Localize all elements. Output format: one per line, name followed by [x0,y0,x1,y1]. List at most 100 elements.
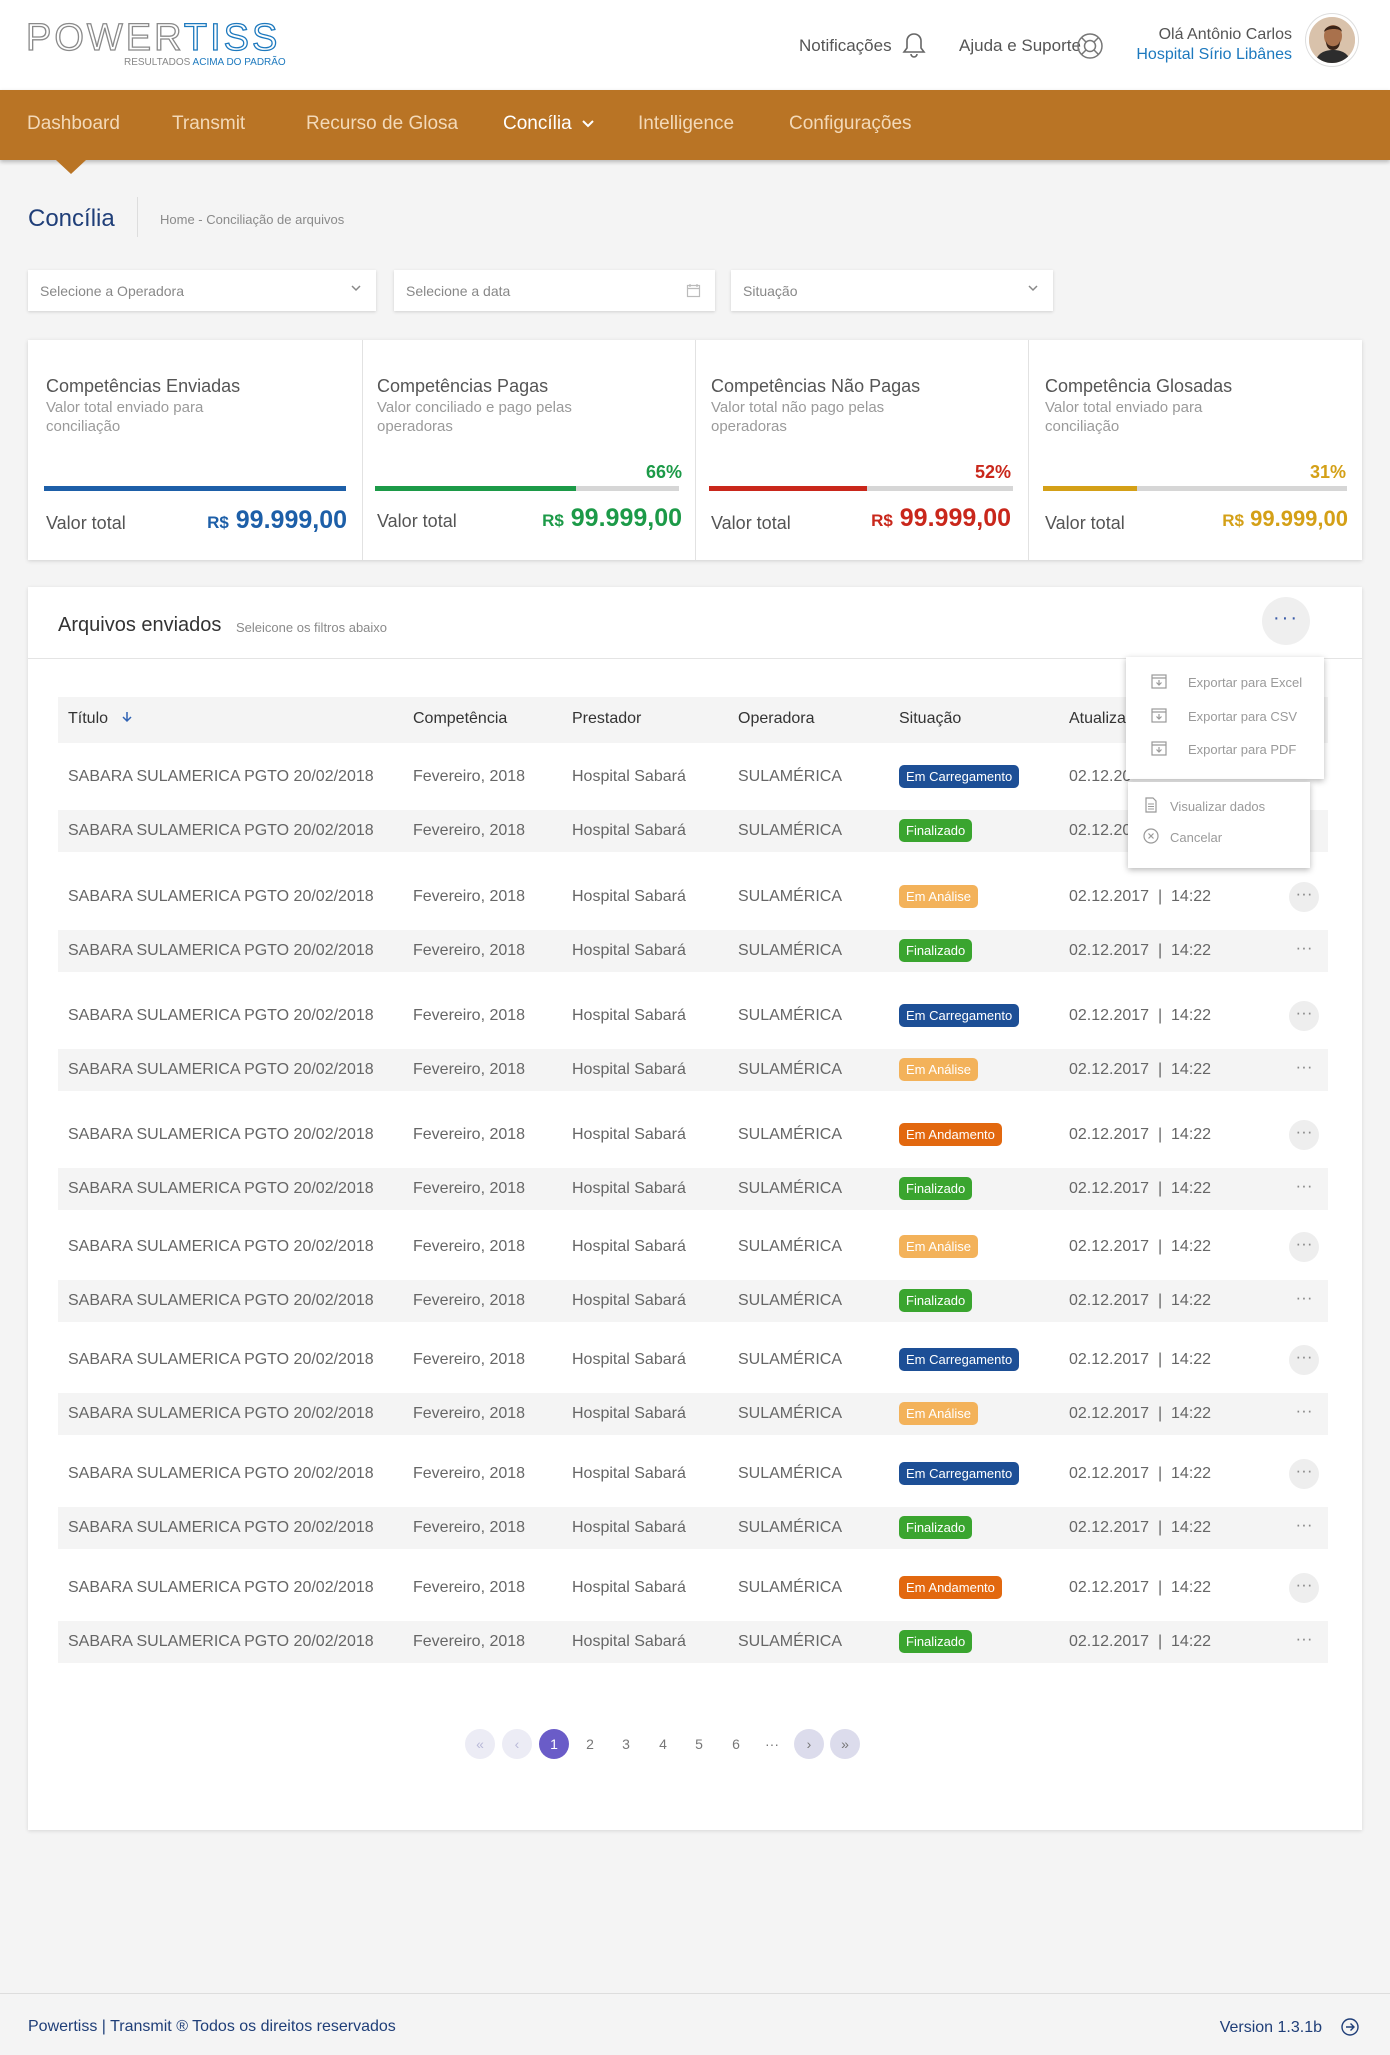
first-page-button[interactable]: « [465,1729,495,1759]
row-prestador-cell: Hospital Sabará [572,1126,686,1143]
table-row[interactable]: SABARA SULAMERICA PGTO 20/02/2018 Feverei… [58,876,1328,918]
row-updated-cell: 02.12.20 [1069,822,1132,839]
row-prestador-cell: Hospital Sabará [572,1579,686,1596]
row-actions-button[interactable]: ··· [1289,1055,1319,1085]
status-badge: Finalizado [899,819,973,842]
row-actions-button[interactable]: ··· [1289,1513,1319,1543]
operator-select[interactable]: Selecione a Operadora [28,270,376,311]
nav-concilia[interactable]: Concília [503,113,595,135]
help-support-link[interactable]: Ajuda e Suporte [959,36,1081,56]
status-badge: Em Carregamento [899,1462,1020,1485]
table-row[interactable]: SABARA SULAMERICA PGTO 20/02/2018 Feverei… [58,1114,1328,1156]
row-operadora-cell: SULAMÉRICA [738,1519,843,1536]
column-header-situacao[interactable]: Situação [899,710,961,728]
page-2-button[interactable]: 2 [575,1729,605,1759]
kpi-card-pagas[interactable]: Competências Pagas Valor conciliado e pa… [363,340,696,560]
user-organization[interactable]: Hospital Sírio Libânes [1136,46,1292,64]
kpi-percent: 31% [1309,462,1346,482]
page-3-button[interactable]: 3 [611,1729,641,1759]
kpi-card-nao-pagas[interactable]: Competências Não Pagas Valor total não p… [696,340,1029,560]
table-row[interactable]: SABARA SULAMERICA PGTO 20/02/2018 Feverei… [58,1339,1328,1381]
table-row[interactable]: SABARA SULAMERICA PGTO 20/02/2018 Feverei… [58,1168,1328,1210]
row-actions-button[interactable]: ··· [1289,1627,1319,1657]
page-6-button[interactable]: 6 [721,1729,751,1759]
more-options-button[interactable]: ··· [1262,597,1310,645]
calendar-icon [686,284,701,298]
export-csv-item[interactable]: Exportar para CSV [1126,701,1324,731]
row-title-cell: SABARA SULAMERICA PGTO 20/02/2018 [68,1180,374,1197]
lifebuoy-icon[interactable] [1076,32,1104,60]
last-page-button[interactable]: » [830,1729,860,1759]
export-pdf-item[interactable]: Exportar para PDF [1126,734,1324,764]
prev-page-button[interactable]: ‹ [502,1729,532,1759]
row-actions-button[interactable]: ··· [1289,1399,1319,1429]
column-header-prestador[interactable]: Prestador [572,710,641,728]
user-greeting: Olá Antônio Carlos [1158,26,1292,43]
export-excel-item[interactable]: Exportar para Excel [1126,667,1324,697]
export-pdf-label: Exportar para PDF [1188,742,1297,757]
column-header-competencia[interactable]: Competência [413,710,507,728]
row-actions-button[interactable]: ··· [1289,1573,1319,1603]
table-row[interactable]: SABARA SULAMERICA PGTO 20/02/2018 Feverei… [58,1507,1328,1549]
row-actions-button[interactable]: ··· [1289,1001,1319,1031]
date-picker-input[interactable]: Selecione a data [394,270,715,311]
row-actions-button[interactable]: ··· [1289,1232,1319,1262]
bell-icon[interactable] [899,30,929,60]
notifications-link[interactable]: Notificações [799,36,892,56]
powertiss-logo[interactable]: POWERTISS RESULTADOS ACIMA DO PADRÃO [25,17,306,72]
nav-transmit[interactable]: Transmit [172,113,245,135]
table-row[interactable]: SABARA SULAMERICA PGTO 20/02/2018 Feverei… [58,1621,1328,1663]
row-actions-button[interactable]: ··· [1289,1120,1319,1150]
date-picker-placeholder: Selecione a data [406,283,511,299]
table-row[interactable]: SABARA SULAMERICA PGTO 20/02/2018 Feverei… [58,1393,1328,1435]
row-updated-cell: 02.12.2017 | 14:22 [1069,1633,1212,1650]
column-header-operadora[interactable]: Operadora [738,710,815,728]
table-row[interactable]: SABARA SULAMERICA PGTO 20/02/2018 Feverei… [58,995,1328,1037]
main-navigation: Dashboard Transmit Recurso de Glosa Conc… [0,90,1390,160]
row-title-cell: SABARA SULAMERICA PGTO 20/02/2018 [68,942,374,959]
row-actions-button[interactable]: ··· [1289,1286,1319,1316]
row-updated-cell: 02.12.2017 | 14:22 [1069,1180,1212,1197]
table-row[interactable]: SABARA SULAMERICA PGTO 20/02/2018 Feverei… [58,1049,1328,1091]
nav-configuracoes[interactable]: Configurações [789,113,912,135]
nav-concilia-label: Concília [503,113,572,134]
status-select[interactable]: Situação [731,270,1053,311]
kpi-card-glosadas[interactable]: Competência Glosadas Valor total enviado… [1029,340,1362,560]
table-row[interactable]: SABARA SULAMERICA PGTO 20/02/2018 Feverei… [58,1453,1328,1495]
row-prestador-cell: Hospital Sabará [572,1519,686,1536]
kpi-card-enviadas[interactable]: Competências Enviadas Valor total enviad… [28,340,361,560]
page-5-button[interactable]: 5 [684,1729,714,1759]
export-menu: Exportar para Excel Exportar para CSV Ex… [1126,657,1324,779]
row-actions-button[interactable]: ··· [1289,1345,1319,1375]
next-page-button[interactable]: › [794,1729,824,1759]
files-panel: Arquivos enviados Seleicone os filtros a… [28,587,1362,1830]
row-operadora-cell: SULAMÉRICA [738,1061,843,1078]
page-4-button[interactable]: 4 [648,1729,678,1759]
breadcrumb[interactable]: Home - Conciliação de arquivos [160,212,344,227]
row-actions-button[interactable]: ··· [1289,1459,1319,1489]
avatar[interactable] [1306,14,1358,66]
row-operadora-cell: SULAMÉRICA [738,942,843,959]
nav-recurso-de-glosa[interactable]: Recurso de Glosa [306,113,458,135]
nav-intelligence[interactable]: Intelligence [638,113,734,135]
column-header-titulo[interactable]: Título [68,710,134,728]
row-prestador-cell: Hospital Sabará [572,1633,686,1650]
column-header-atualizacao[interactable]: Atualiza [1069,710,1126,728]
table-row[interactable]: SABARA SULAMERICA PGTO 20/02/2018 Feverei… [58,1280,1328,1322]
arrow-circle-right-icon[interactable] [1340,2017,1360,2037]
view-data-item[interactable]: Visualizar dados [1128,791,1310,821]
nav-dashboard[interactable]: Dashboard [27,113,120,135]
table-row[interactable]: SABARA SULAMERICA PGTO 20/02/2018 Feverei… [58,1226,1328,1268]
row-actions-button[interactable]: ··· [1289,1174,1319,1204]
row-actions-button[interactable]: ··· [1289,882,1319,912]
cancel-item[interactable]: Cancelar [1128,822,1310,852]
row-actions-button[interactable]: ··· [1289,936,1319,966]
kpi-progress-bar [44,486,346,491]
table-row[interactable]: SABARA SULAMERICA PGTO 20/02/2018 Feverei… [58,1567,1328,1609]
table-row[interactable]: SABARA SULAMERICA PGTO 20/02/2018 Feverei… [58,930,1328,972]
status-badge: Finalizado [899,939,973,962]
chevron-down-icon [582,120,594,128]
page-1-button[interactable]: 1 [539,1729,569,1759]
row-updated-cell: 02.12.2017 | 14:22 [1069,1405,1212,1422]
row-updated-cell: 02.12.2017 | 14:22 [1069,888,1212,905]
